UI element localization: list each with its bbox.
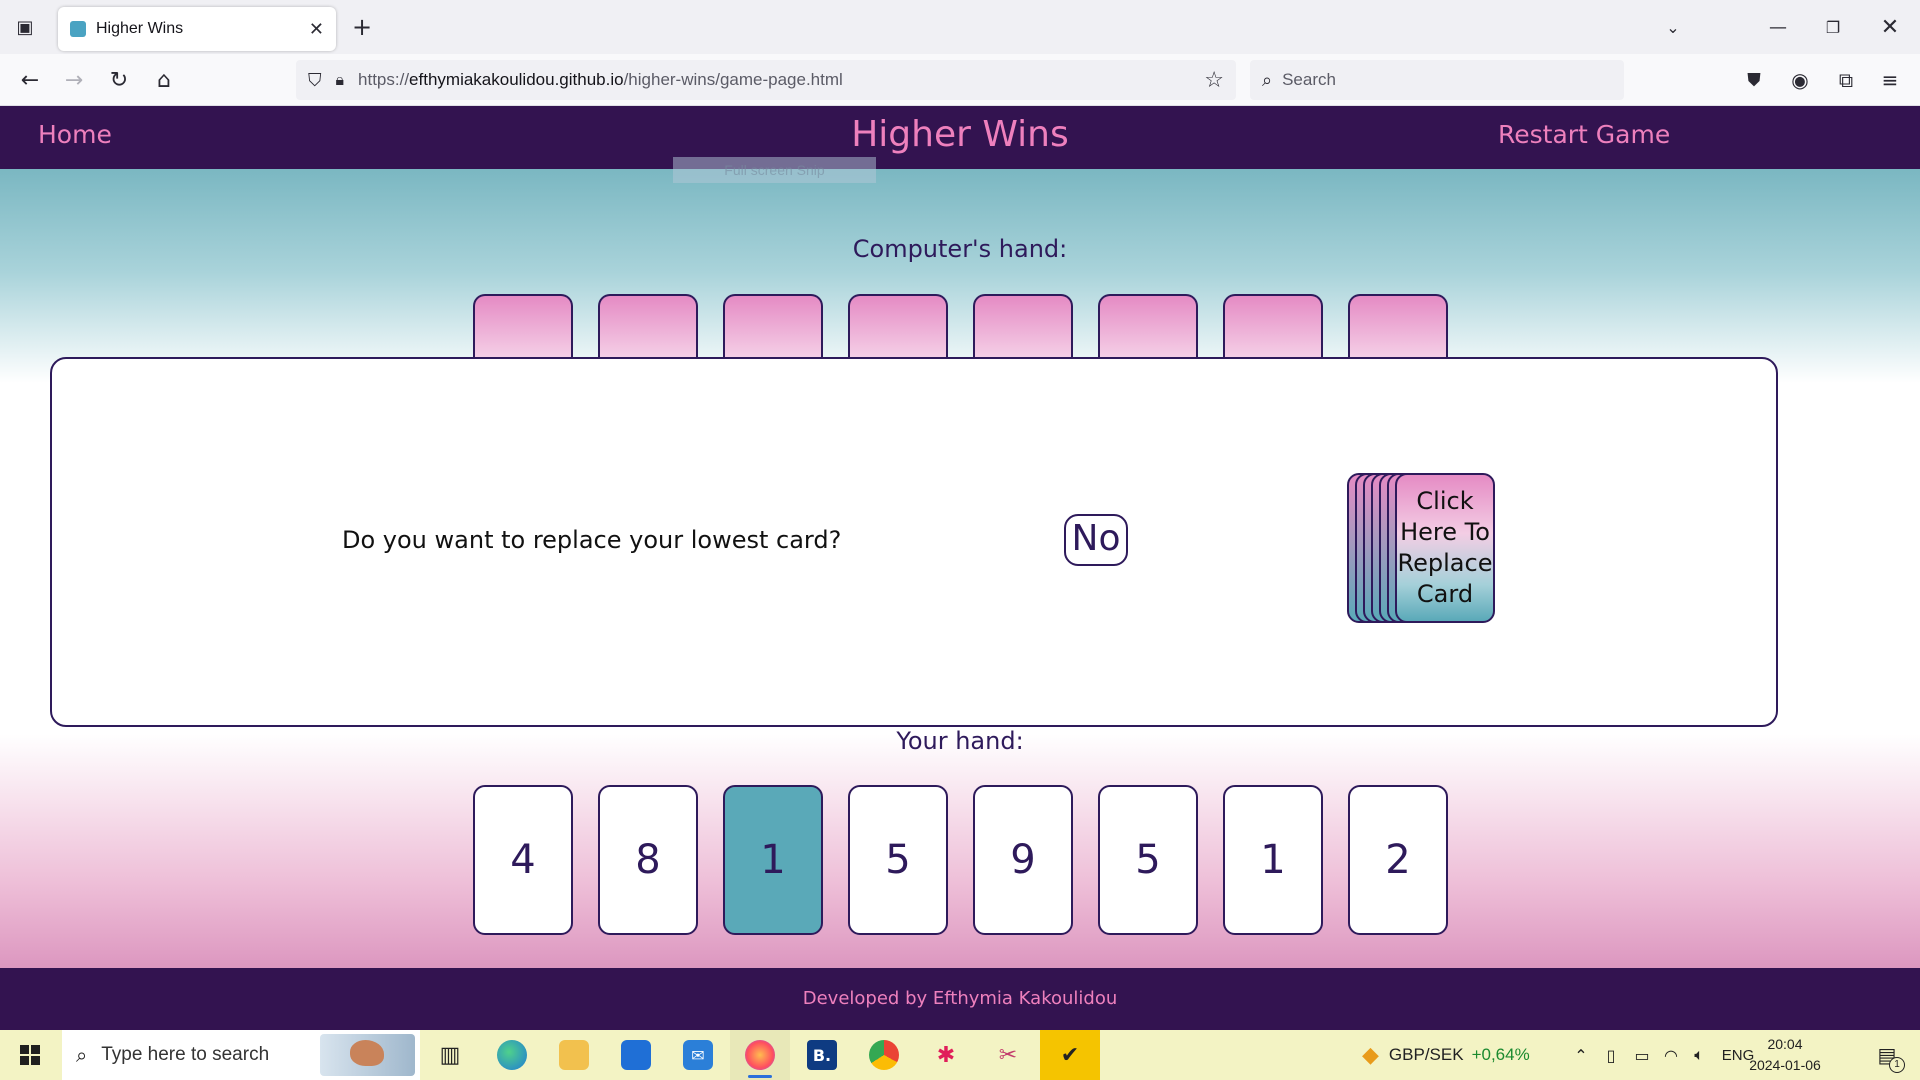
window-close-icon[interactable]: ✕ xyxy=(1872,10,1908,44)
taskbar-search-input[interactable] xyxy=(101,1044,302,1066)
url-text[interactable]: https://efthymiakakoulidou.github.io/hig… xyxy=(358,70,1204,90)
reload-icon[interactable]: ↻ xyxy=(101,62,137,98)
player-card[interactable]: 9 xyxy=(973,785,1073,935)
ticker-pair: GBP/SEK xyxy=(1388,1045,1464,1064)
notifications-icon[interactable]: ▤ 1 xyxy=(1862,1030,1912,1080)
computer-card xyxy=(1223,294,1323,364)
your-hand-label: Your hand: xyxy=(896,727,1024,755)
battery-icon[interactable]: ▭ xyxy=(1628,1030,1656,1080)
clock-time: 20:04 xyxy=(1767,1036,1803,1052)
footer-credit: Developed by Efthymia Kakoulidou xyxy=(802,988,1118,1009)
pocket-icon[interactable]: ⛊ xyxy=(1736,62,1772,98)
mail-icon[interactable]: ✉ xyxy=(668,1030,728,1080)
shield-icon[interactable]: ⛉ xyxy=(308,70,322,91)
replace-card-deck[interactable]: Click Here To Replace Card xyxy=(1347,473,1497,625)
tasks-icon[interactable]: ✔ xyxy=(1040,1030,1100,1080)
back-icon[interactable]: ← xyxy=(12,62,48,98)
task-view-icon[interactable]: ▥ xyxy=(420,1030,480,1080)
home-icon[interactable]: ⌂ xyxy=(146,62,182,98)
browser-search-input[interactable] xyxy=(1282,70,1612,90)
clock-date: 2024-01-06 xyxy=(1749,1057,1821,1073)
menu-icon[interactable]: ≡ xyxy=(1872,62,1908,98)
start-button[interactable] xyxy=(0,1030,60,1080)
forward-icon[interactable]: → xyxy=(56,62,92,98)
firefox-icon[interactable] xyxy=(730,1030,790,1080)
lock-icon[interactable]: 🔒︎ xyxy=(336,70,345,90)
search-highlight-image xyxy=(320,1034,415,1076)
ticker-icon: ◆ xyxy=(1362,1042,1379,1067)
edge-icon[interactable] xyxy=(482,1030,542,1080)
wifi-icon[interactable]: ◠ xyxy=(1658,1030,1684,1080)
computer-card xyxy=(848,294,948,364)
taskbar: ⌕ ▥ ✉ B. ✱ ✂ ✔ ◆ GBP/SEK +0,64% ⌃ ▯ ▭ ◠ … xyxy=(0,1030,1920,1080)
search-icon: ⌕ xyxy=(76,1043,88,1067)
game-page: Home Higher Wins Restart Game Full scree… xyxy=(0,106,1920,1030)
url-domain: efthymiakakoulidou.github.io xyxy=(409,70,624,89)
site-footer: Developed by Efthymia Kakoulidou xyxy=(0,968,1920,1030)
no-button[interactable]: No xyxy=(1064,514,1128,566)
computer-card xyxy=(723,294,823,364)
currency-ticker-widget[interactable]: ◆ GBP/SEK +0,64% xyxy=(1362,1030,1552,1080)
clock[interactable]: 20:04 2024-01-06 xyxy=(1740,1034,1830,1076)
booking-icon[interactable]: B. xyxy=(792,1030,852,1080)
slack-icon[interactable]: ✱ xyxy=(916,1030,976,1080)
tab-favicon-icon xyxy=(70,21,86,37)
tab-title: Higher Wins xyxy=(96,20,184,37)
tab-list-icon[interactable]: ▣ xyxy=(8,10,42,44)
tab-close-icon[interactable]: ✕ xyxy=(309,19,324,40)
player-card[interactable]: 2 xyxy=(1348,785,1448,935)
player-card[interactable]: 1 xyxy=(1223,785,1323,935)
browser-nav-bar: ← → ↻ ⌂ ⛉ 🔒︎ https://efthymiakakoulidou.… xyxy=(0,54,1920,106)
player-card[interactable]: 1 xyxy=(723,785,823,935)
url-prefix: https:// xyxy=(358,70,410,89)
computer-hand-label: Computer's hand: xyxy=(852,235,1068,263)
device-icon[interactable]: ▯ xyxy=(1598,1030,1624,1080)
restart-game-link[interactable]: Restart Game xyxy=(1498,120,1670,149)
site-header: Home Higher Wins Restart Game Full scree… xyxy=(0,106,1920,183)
computer-card xyxy=(598,294,698,364)
notification-badge: 1 xyxy=(1889,1057,1905,1073)
computer-card xyxy=(973,294,1073,364)
game-box: Do you want to replace your lowest card?… xyxy=(50,357,1778,727)
browser-search-bar[interactable]: ⌕ xyxy=(1250,60,1624,100)
search-icon: ⌕ xyxy=(1262,69,1273,91)
computer-card xyxy=(1348,294,1448,364)
restore-icon[interactable]: ❐ xyxy=(1815,10,1851,44)
chrome-icon[interactable] xyxy=(854,1030,914,1080)
url-path: /higher-wins/game-page.html xyxy=(623,70,843,89)
player-card[interactable]: 8 xyxy=(598,785,698,935)
computer-card xyxy=(473,294,573,364)
bookmark-star-icon[interactable]: ☆ xyxy=(1204,68,1224,93)
player-card[interactable]: 5 xyxy=(1098,785,1198,935)
replace-question: Do you want to replace your lowest card? xyxy=(342,526,842,554)
volume-icon[interactable]: 🔈︎ xyxy=(1686,1030,1712,1080)
chevron-down-icon[interactable]: ⌄ xyxy=(1655,10,1691,44)
address-bar[interactable]: ⛉ 🔒︎ https://efthymiakakoulidou.github.i… xyxy=(296,60,1236,100)
browser-tab[interactable]: Higher Wins ✕ xyxy=(58,7,336,51)
replace-card-button[interactable]: Click Here To Replace Card xyxy=(1395,473,1495,623)
chevron-up-icon[interactable]: ⌃ xyxy=(1568,1030,1594,1080)
active-indicator xyxy=(748,1075,772,1078)
ticker-change: +0,64% xyxy=(1471,1045,1530,1064)
snipping-tool-icon[interactable]: ✂ xyxy=(978,1030,1038,1080)
browser-tab-bar: ▣ Higher Wins ✕ + ⌄ — ❐ ✕ xyxy=(0,0,1920,54)
extensions-icon[interactable]: ⧉ xyxy=(1828,62,1864,98)
file-explorer-icon[interactable] xyxy=(544,1030,604,1080)
snip-overlay: Full screen Snip xyxy=(673,157,876,183)
new-tab-icon[interactable]: + xyxy=(345,10,379,44)
store-icon[interactable] xyxy=(606,1030,666,1080)
player-card[interactable]: 4 xyxy=(473,785,573,935)
windows-logo-icon xyxy=(20,1045,40,1065)
account-icon[interactable]: ◉ xyxy=(1782,62,1818,98)
player-card[interactable]: 5 xyxy=(848,785,948,935)
computer-card xyxy=(1098,294,1198,364)
minimize-icon[interactable]: — xyxy=(1760,10,1796,44)
